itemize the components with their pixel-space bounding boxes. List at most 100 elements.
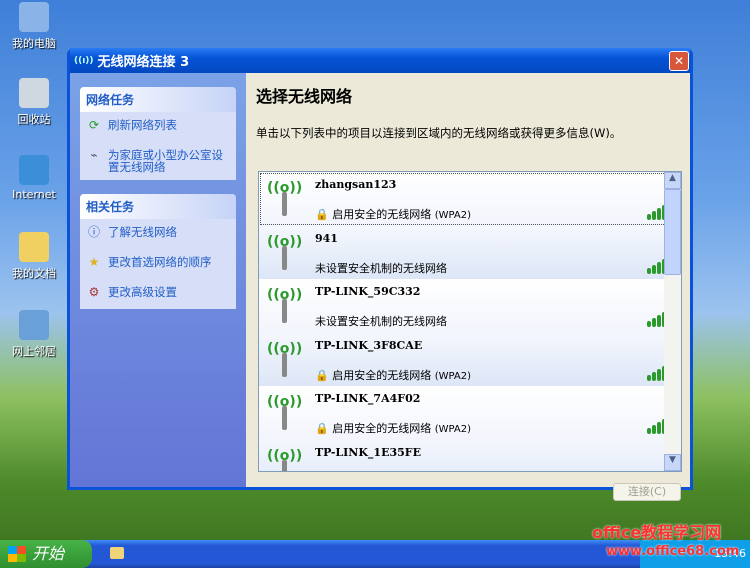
scrollbar[interactable]: ▲ ▼	[664, 172, 681, 471]
desktop-icon[interactable]: 回收站	[4, 78, 64, 127]
wireless-antenna-icon: ((o))	[267, 234, 302, 270]
network-item[interactable]: ((o)) TP-LINK_1E35FE	[259, 439, 681, 471]
start-button[interactable]: 开始	[0, 540, 92, 568]
setup-wireless-link[interactable]: ⌁ 为家庭或小型办公室设置无线网络	[80, 142, 236, 180]
desktop-icon-label: 我的文档	[12, 267, 56, 280]
signal-bar	[647, 321, 651, 327]
network-list: ((o)) zhangsan123 🔒 启用安全的无线网络 (WPA2) ((o…	[258, 171, 682, 472]
network-name: TP-LINK_1E35FE	[315, 445, 421, 459]
link-label: 更改首选网络的顺序	[108, 255, 212, 269]
network-name: TP-LINK_59C332	[315, 285, 421, 298]
learn-wireless-link[interactable]: ⓘ 了解无线网络	[80, 219, 236, 249]
computer-icon	[19, 2, 49, 32]
wireless-icon: ((ı))	[74, 55, 94, 66]
security-type: (WPA2)	[434, 424, 471, 435]
main-panel: 选择无线网络 单击以下列表中的项目以连接到区域内的无线网络或获得更多信息(W)。…	[246, 73, 690, 501]
link-label: 更改高级设置	[108, 285, 177, 299]
star-icon: ★	[88, 255, 100, 269]
signal-bar	[647, 214, 651, 220]
security-label: 启用安全的无线网络	[332, 422, 432, 435]
info-icon: ⓘ	[87, 225, 100, 239]
refresh-icon: ⟳	[88, 118, 100, 132]
desktop-icon[interactable]: Internet	[4, 155, 64, 201]
desktop-icon[interactable]: 我的电脑	[4, 2, 64, 51]
page-title: 选择无线网络	[256, 87, 353, 106]
desktop-icon-label: 回收站	[17, 113, 51, 126]
signal-bar	[657, 208, 661, 220]
documents-icon	[19, 232, 49, 262]
sidebar: 网络任务 ⟳ 刷新网络列表 ⌁ 为家庭或小型办公室设置无线网络 相关任务 ⓘ 了解无线…	[70, 73, 246, 487]
network-security: 未设置安全机制的无线网络	[315, 313, 447, 329]
security-label: 启用安全的无线网络	[332, 208, 432, 221]
lock-icon: 🔒	[315, 208, 329, 221]
network-item[interactable]: ((o)) TP-LINK_3F8CAE 🔒 启用安全的无线网络 (WPA2)	[259, 332, 681, 386]
link-label: 了解无线网络	[108, 225, 177, 239]
link-label: 刷新网络列表	[108, 118, 177, 132]
wireless-window: ((ı)) 无线网络连接 3 ✕ 网络任务 ⟳ 刷新网络列表 ⌁ 为家庭或小型办公室…	[67, 48, 693, 501]
folder-icon[interactable]	[110, 547, 124, 559]
security-label: 未设置安全机制的无线网络	[315, 315, 447, 328]
network-name: TP-LINK_3F8CAE	[315, 338, 423, 352]
scroll-down-button[interactable]: ▼	[664, 454, 681, 471]
wireless-setup-icon: ⌁	[90, 148, 98, 162]
wireless-antenna-icon: ((o))	[267, 448, 302, 471]
recycle-bin-icon	[19, 78, 49, 108]
related-tasks-panel: 相关任务 ⓘ 了解无线网络 ★ 更改首选网络的顺序 ⚙ 更改高级设置	[80, 194, 236, 309]
window-title: 无线网络连接 3	[97, 55, 190, 70]
change-order-link[interactable]: ★ 更改首选网络的顺序	[80, 249, 236, 279]
network-item[interactable]: ((o)) TP-LINK_7A4F02 🔒 启用安全的无线网络 (WPA2)	[259, 386, 681, 440]
signal-bar	[657, 422, 661, 434]
desktop-icon[interactable]: 网上邻居	[4, 310, 64, 359]
title-bar[interactable]: ((ı)) 无线网络连接 3	[70, 48, 690, 73]
security-type: (WPA2)	[434, 210, 471, 221]
watermark-title: office教程学习网	[592, 523, 722, 542]
network-security: 🔒 启用安全的无线网络 (WPA2)	[315, 420, 471, 436]
network-name: 941	[315, 231, 338, 245]
lock-icon: 🔒	[315, 368, 329, 382]
watermark-url: www.office68.com	[606, 544, 740, 559]
network-security: 🔒 启用安全的无线网络 (WPA2)	[315, 206, 471, 222]
wireless-antenna-icon: ((o))	[267, 287, 302, 323]
desktop-icon[interactable]: 我的文档	[4, 232, 64, 281]
signal-bar	[652, 264, 656, 274]
wireless-antenna-icon: ((o))	[267, 180, 302, 216]
security-label: 启用安全的无线网络	[332, 368, 432, 382]
signal-bar	[657, 315, 661, 327]
signal-bar	[652, 318, 656, 327]
description: 单击以下列表中的项目以连接到区域内的无线网络或获得更多信息(W)。	[256, 126, 622, 140]
connect-button[interactable]: 连接(C)	[613, 483, 681, 501]
network-item[interactable]: ((o)) TP-LINK_59C332 未设置安全机制的无线网络	[259, 279, 681, 333]
advanced-settings-link[interactable]: ⚙ 更改高级设置	[80, 279, 236, 309]
windows-logo-icon	[8, 546, 26, 562]
signal-bar	[647, 428, 651, 434]
link-label: 为家庭或小型办公室设置无线网络	[108, 148, 223, 174]
panel-title: 相关任务	[80, 194, 236, 219]
lock-icon: 🔒	[315, 422, 329, 435]
signal-bar	[647, 374, 651, 381]
desktop-icon-label: 网上邻居	[12, 345, 56, 358]
network-security: 🔒 启用安全的无线网络 (WPA2)	[315, 367, 471, 383]
security-type: (WPA2)	[434, 370, 471, 382]
network-item[interactable]: ((o)) zhangsan123 🔒 启用安全的无线网络 (WPA2)	[259, 172, 681, 226]
scroll-thumb[interactable]	[664, 189, 681, 275]
network-name: TP-LINK_7A4F02	[315, 392, 421, 405]
scroll-up-button[interactable]: ▲	[664, 172, 681, 189]
start-label: 开始	[32, 544, 65, 563]
network-item[interactable]: ((o)) 941 未设置安全机制的无线网络	[259, 225, 681, 279]
security-label: 未设置安全机制的无线网络	[315, 261, 447, 275]
ie-icon	[19, 155, 49, 185]
network-icon	[19, 310, 49, 340]
signal-bar	[652, 425, 656, 434]
desktop-icon-label: 我的电脑	[12, 37, 56, 50]
signal-bar	[652, 371, 656, 381]
signal-bar	[652, 211, 656, 220]
signal-bar	[647, 267, 651, 274]
network-name: zhangsan123	[315, 178, 397, 191]
desktop-icon-label: Internet	[12, 188, 56, 201]
close-button[interactable]: ✕	[669, 51, 689, 71]
refresh-network-list-link[interactable]: ⟳ 刷新网络列表	[80, 112, 236, 142]
wireless-antenna-icon: ((o))	[267, 394, 302, 430]
settings-icon: ⚙	[88, 285, 100, 299]
signal-bar	[657, 261, 661, 274]
network-security: 未设置安全机制的无线网络	[315, 260, 447, 276]
